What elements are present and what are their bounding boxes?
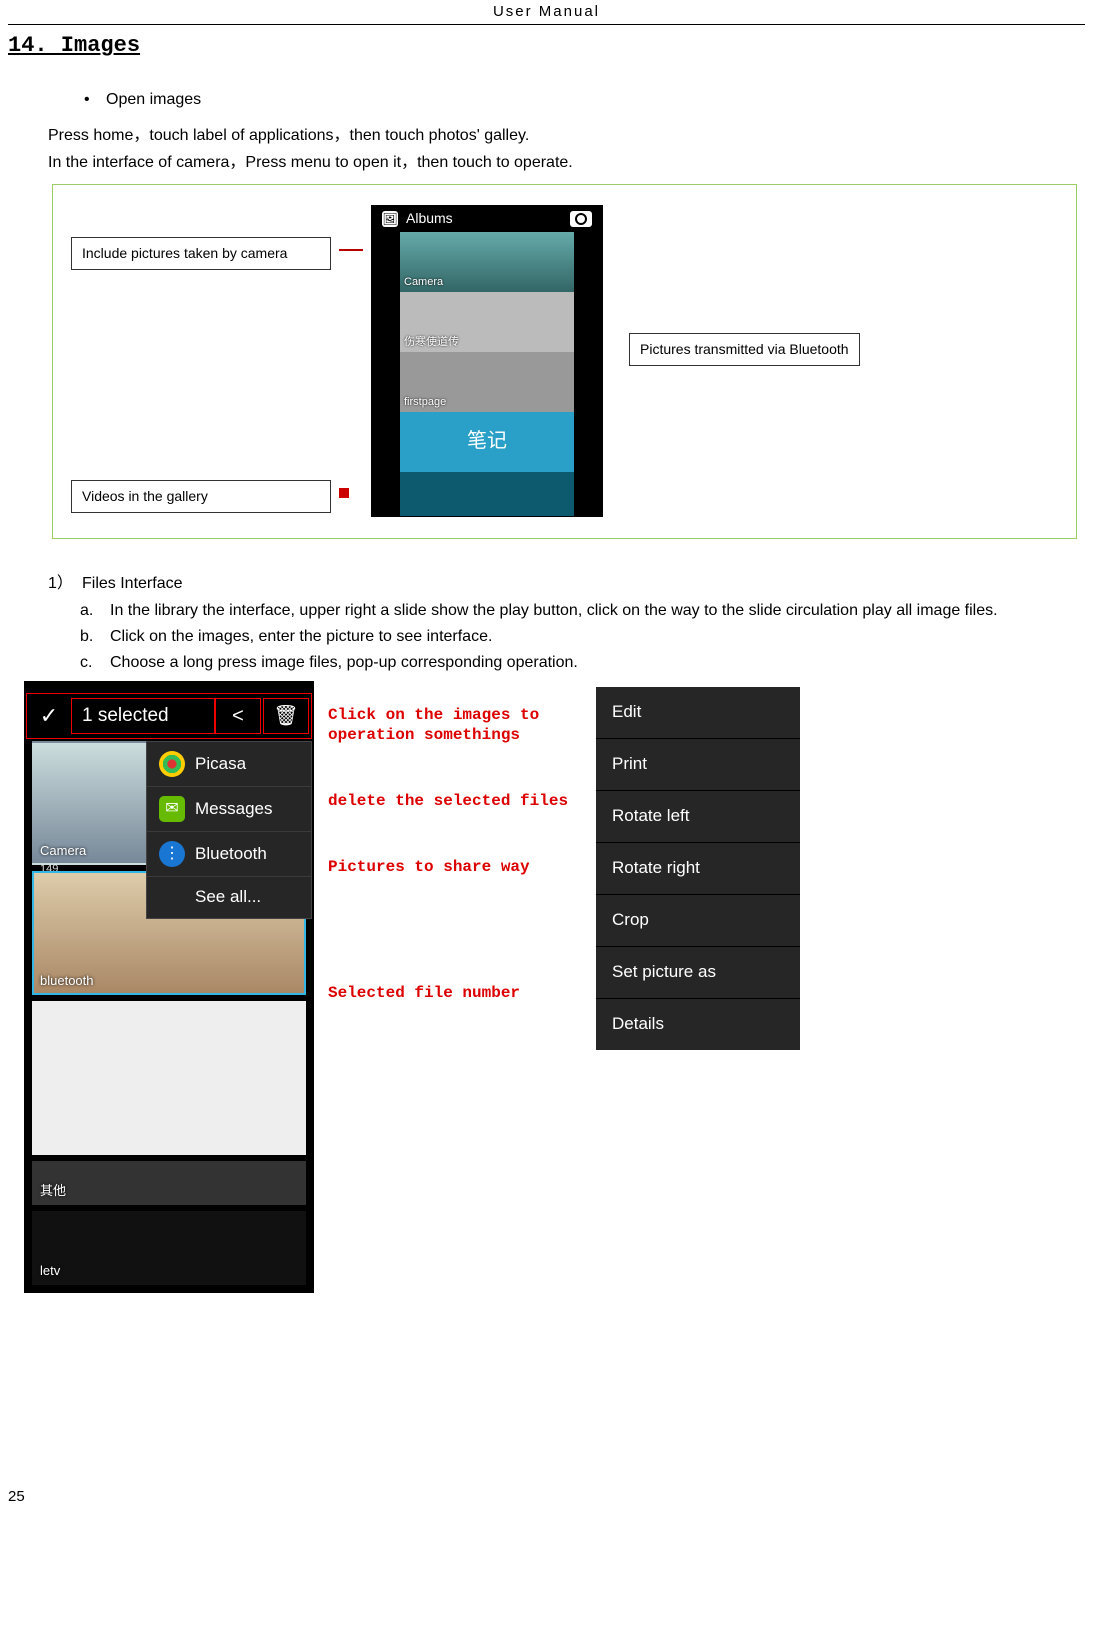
selection-bar: ✓ 1 selected < 🗑 xyxy=(26,693,312,739)
section-title: 14. Images xyxy=(8,31,1085,61)
share-icon[interactable]: < xyxy=(215,698,261,734)
thumb-document[interactable] xyxy=(32,1001,306,1155)
trash-icon[interactable]: 🗑 xyxy=(263,698,309,734)
share-bluetooth[interactable]: ⋮ Bluetooth xyxy=(147,832,311,877)
gallery-icon: 🖼 xyxy=(382,211,398,227)
figure2-callouts: Click on the images to operation somethi… xyxy=(328,681,582,1003)
callout-delete: delete the selected files xyxy=(328,791,582,811)
menu-print[interactable]: Print xyxy=(596,739,800,791)
menu-crop[interactable]: Crop xyxy=(596,895,800,947)
bullet-open-images: •Open images xyxy=(84,89,1081,111)
menu-rotate-right[interactable]: Rotate right xyxy=(596,843,800,895)
phone-selection-screenshot: ✓ 1 selected < 🗑 Picasa ✉ Messages ⋮ Bluet… xyxy=(24,681,314,1293)
menu-details[interactable]: Details xyxy=(596,999,800,1050)
sub-b-text: Click on the images, enter the picture t… xyxy=(110,626,1081,648)
album-download-label: 伤寒使道传 xyxy=(404,335,459,350)
callout-bluetooth-pictures: Pictures transmitted via Bluetooth xyxy=(629,333,860,366)
callout-camera-pictures: Include pictures taken by camera xyxy=(71,237,331,270)
thumb-bluetooth-label: bluetooth xyxy=(40,972,94,990)
bluetooth-icon: ⋮ xyxy=(159,841,185,867)
share-popup: Picasa ✉ Messages ⋮ Bluetooth See all... xyxy=(146,741,312,919)
album-camera: Camera xyxy=(400,232,574,292)
share-picasa-label: Picasa xyxy=(195,753,246,776)
callout-click-images: Click on the images to operation somethi… xyxy=(328,705,582,745)
connector-left xyxy=(339,205,363,498)
list-title: Files Interface xyxy=(82,575,182,592)
share-see-all[interactable]: See all... xyxy=(147,877,311,918)
doc-header: User Manual xyxy=(8,2,1085,24)
bullet-label: Open images xyxy=(106,91,201,108)
thumb-camera-label: Camera xyxy=(40,842,86,860)
thumb-letv[interactable]: letv xyxy=(32,1211,306,1285)
list-number: 1） xyxy=(48,573,82,595)
thumb-letv-label: letv xyxy=(40,1262,60,1280)
album-download: 伤寒使道传 xyxy=(400,292,574,352)
paragraph-1: Press home，touch label of applications，t… xyxy=(48,125,1081,147)
page-number: 25 xyxy=(8,1487,25,1507)
share-messages-label: Messages xyxy=(195,798,272,821)
paragraph-2: In the interface of camera，Press menu to… xyxy=(48,152,1081,174)
context-menu: Edit Print Rotate left Rotate right Crop… xyxy=(596,687,800,1050)
album-firstpage: firstpage xyxy=(400,352,574,412)
sub-b-letter: b. xyxy=(80,626,110,648)
thumb-other[interactable]: 其他 xyxy=(32,1161,306,1205)
selected-count[interactable]: 1 selected xyxy=(71,698,215,734)
album-firstpage-label: firstpage xyxy=(404,395,446,410)
sub-a-letter: a. xyxy=(80,600,110,622)
share-messages[interactable]: ✉ Messages xyxy=(147,787,311,832)
messages-icon: ✉ xyxy=(159,796,185,822)
menu-rotate-left[interactable]: Rotate left xyxy=(596,791,800,843)
share-bluetooth-label: Bluetooth xyxy=(195,843,267,866)
albums-title: Albums xyxy=(406,209,562,228)
share-see-all-label: See all... xyxy=(195,886,261,909)
menu-edit[interactable]: Edit xyxy=(596,687,800,739)
album-camera-label: Camera xyxy=(404,275,443,290)
figure-albums: Include pictures taken by camera Videos … xyxy=(52,184,1077,539)
callout-selected-number: Selected file number xyxy=(328,983,582,1003)
header-rule xyxy=(8,24,1085,25)
menu-set-picture-as[interactable]: Set picture as xyxy=(596,947,800,999)
callout-gallery-videos: Videos in the gallery xyxy=(71,480,331,513)
list-files-interface: 1）Files Interface a.In the library the i… xyxy=(48,573,1081,673)
thumb-other-label: 其他 xyxy=(40,1182,66,1200)
phone-albums-screenshot: 🖼 Albums Camera 伤寒使道传 firstpage 笔记 image xyxy=(371,205,603,517)
sub-a-text: In the library the interface, upper righ… xyxy=(110,600,1081,622)
album-note: 笔记 xyxy=(400,412,574,472)
album-image-label: image xyxy=(404,515,434,517)
callout-share-way: Pictures to share way xyxy=(328,857,582,877)
sub-c-text: Choose a long press image files, pop-up … xyxy=(110,652,1081,674)
figure-selection: ✓ 1 selected < 🗑 Picasa ✉ Messages ⋮ Bluet… xyxy=(24,681,1085,1293)
share-picasa[interactable]: Picasa xyxy=(147,742,311,787)
camera-icon xyxy=(570,211,592,227)
sub-c-letter: c. xyxy=(80,652,110,674)
done-icon[interactable]: ✓ xyxy=(27,701,71,731)
picasa-icon xyxy=(159,751,185,777)
album-note-label: 笔记 xyxy=(467,428,507,455)
album-image: image xyxy=(400,472,574,517)
